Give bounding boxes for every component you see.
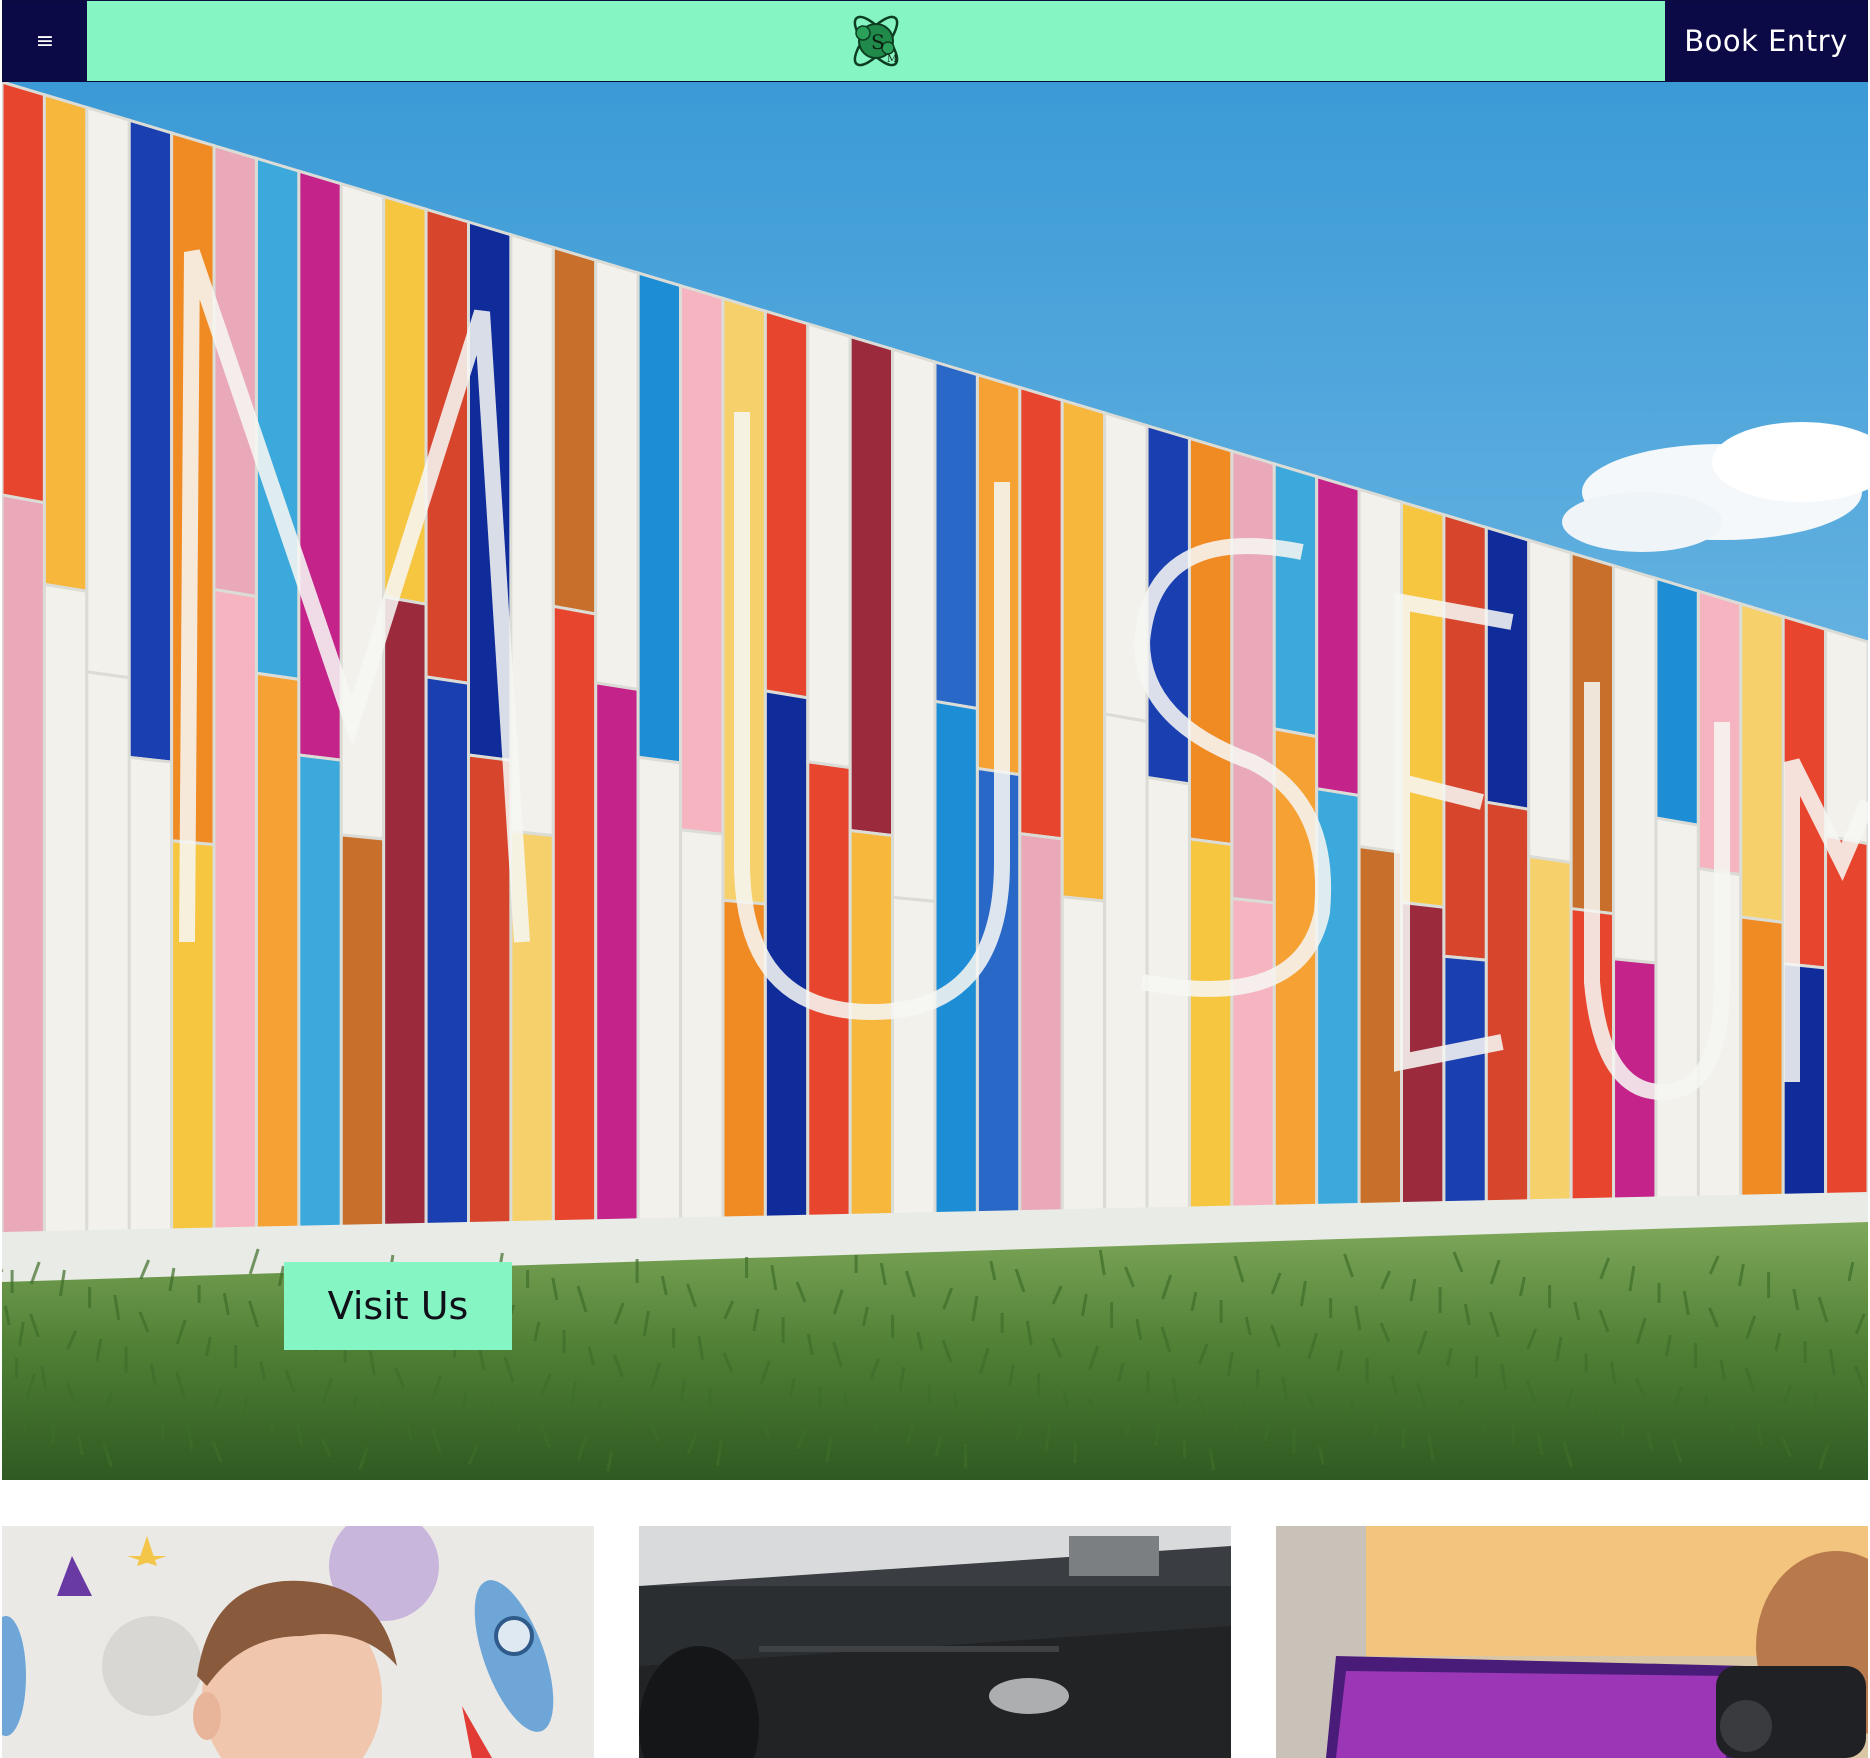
facade-panel [1315, 474, 1361, 798]
facade-panel [1060, 895, 1107, 1230]
facade-panel [127, 755, 174, 1260]
facade-panel [85, 670, 131, 1261]
card-2[interactable] [639, 1526, 1231, 1758]
facade-panel [1060, 398, 1107, 903]
facade-panel [636, 755, 683, 1244]
book-entry-button[interactable]: Book Entry [1665, 1, 1867, 81]
logo-bar: S M [87, 1, 1665, 81]
facade-panel [1739, 915, 1785, 1208]
facade-panel [467, 753, 513, 1249]
facade-panel [1103, 712, 1149, 1229]
svg-text:M: M [887, 54, 897, 65]
facade-panel [42, 582, 89, 1263]
facade-panel [212, 587, 258, 1257]
svg-text:S: S [871, 30, 885, 54]
facade-panel [1145, 775, 1191, 1227]
facade-panel [806, 321, 852, 770]
top-header: ≡ S M Book Entry [2, 0, 1868, 82]
hero-section: Visit Us [2, 82, 1868, 1480]
facade-panel [1442, 954, 1488, 1218]
facade-panel [1272, 461, 1319, 739]
facade-panel [551, 604, 598, 1246]
facade-panel [1230, 896, 1276, 1225]
facade-panel [1484, 525, 1531, 812]
facade-panel [679, 828, 725, 1242]
facade-panel [551, 245, 598, 616]
card-3[interactable] [1276, 1526, 1868, 1758]
vr-headset-visitor-photo [1276, 1526, 1868, 1758]
facade-panel [424, 675, 470, 1250]
facade-panel [1230, 449, 1276, 905]
facade-panel [636, 270, 683, 765]
facade-panel [1654, 816, 1700, 1211]
facade-panel [1527, 854, 1573, 1215]
facade-panel [1824, 834, 1868, 1205]
facade-panel [763, 309, 810, 700]
facade-panel [891, 347, 937, 904]
facade-panel [891, 895, 937, 1235]
visit-us-button[interactable]: Visit Us [284, 1262, 512, 1350]
facade-panel [1187, 436, 1234, 847]
facade-panel [848, 828, 895, 1237]
facade-panel [1187, 837, 1234, 1226]
child-with-space-rocket-wallpaper-photo [2, 1526, 594, 1758]
card-1[interactable] [2, 1526, 594, 1758]
dark-glass-exhibit-case-photo [639, 1526, 1231, 1758]
facade-panel [127, 118, 174, 764]
facade-panel [42, 92, 89, 593]
facade-panel [339, 181, 386, 841]
facade-panel [594, 258, 640, 692]
facade-panel [594, 681, 640, 1245]
menu-button[interactable]: ≡ [3, 1, 87, 81]
facade-panel [1654, 576, 1700, 828]
facade-panel [254, 156, 301, 682]
colorful-museum-facade-photo [2, 82, 1868, 1480]
atom-logo-icon[interactable]: S M [841, 3, 911, 79]
facade-panel [297, 753, 343, 1255]
facade-panel [382, 594, 428, 1252]
facade-panel [2, 82, 46, 505]
hamburger-menu-icon: ≡ [35, 28, 55, 54]
feature-cards [2, 1526, 1868, 1758]
facade-panel [679, 283, 725, 837]
facade-panel [254, 671, 301, 1256]
facade-panel [339, 833, 386, 1253]
facade-panel [2, 493, 46, 1264]
facade-panel [1018, 831, 1064, 1231]
facade-panel [1739, 601, 1785, 925]
facade-panel [1612, 563, 1658, 965]
facade-panel [933, 359, 979, 711]
facade-panel [1527, 538, 1573, 865]
facade-panel [1442, 512, 1488, 962]
facade-panel [1018, 385, 1064, 841]
facade-panel [85, 105, 131, 680]
facade-panel [1484, 800, 1531, 1216]
facade-panel [848, 334, 895, 838]
